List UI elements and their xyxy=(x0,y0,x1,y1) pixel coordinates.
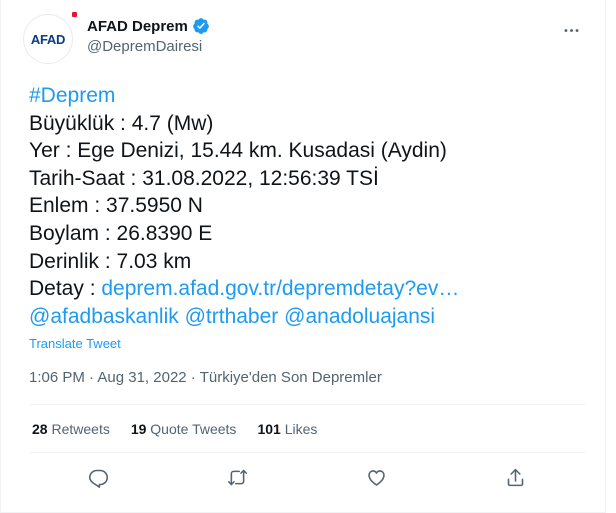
depth-line: Derinlik : 7.03 km xyxy=(29,249,192,273)
tweet-header: AFAD AFAD Deprem @DepremDairesi xyxy=(23,12,591,66)
author-names: AFAD Deprem @DepremDairesi xyxy=(87,17,210,55)
divider xyxy=(29,404,585,405)
latitude-line: Enlem : 37.5950 N xyxy=(29,194,203,218)
tweet-time[interactable]: 1:06 PM xyxy=(29,369,85,386)
verified-badge-icon xyxy=(192,17,210,35)
author-handle[interactable]: @DepremDairesi xyxy=(87,38,210,55)
meta-separator: · xyxy=(186,369,200,386)
share-button[interactable] xyxy=(498,462,534,498)
display-name[interactable]: AFAD Deprem xyxy=(87,18,188,35)
tweet-text: #Deprem Büyüklük : 4.7 (Mw) Yer : Ege De… xyxy=(29,82,585,330)
like-button[interactable] xyxy=(359,462,395,498)
reply-button[interactable] xyxy=(81,462,117,498)
display-name-row: AFAD Deprem xyxy=(87,17,210,35)
longitude-line: Boylam : 26.8390 E xyxy=(29,221,213,245)
quotes-label: Quote Tweets xyxy=(150,421,237,437)
avatar[interactable]: AFAD xyxy=(23,12,77,64)
hashtag-line: #Deprem xyxy=(29,82,585,110)
magnitude-line: Büyüklük : 4.7 (Mw) xyxy=(29,111,214,135)
retweets-stat[interactable]: 28 Retweets xyxy=(32,421,110,437)
tweet-source-app[interactable]: Türkiye'den Son Depremler xyxy=(200,369,382,386)
quotes-count: 19 xyxy=(130,421,147,437)
translate-tweet-link[interactable]: Translate Tweet xyxy=(29,336,121,351)
retweet-button[interactable] xyxy=(220,462,256,498)
likes-label: Likes xyxy=(284,421,318,437)
tweet-stats: 28 Retweets 19 Quote Tweets 101 Likes xyxy=(32,421,338,437)
location-line: Yer : Ege Denizi, 15.44 km. Kusadasi (Ay… xyxy=(29,139,447,163)
detail-link[interactable]: deprem.afad.gov.tr/depremdetay?ev… xyxy=(101,277,459,300)
quotes-stat[interactable]: 19 Quote Tweets xyxy=(131,421,237,437)
more-icon[interactable] xyxy=(555,14,587,46)
tweet-card: AFAD AFAD Deprem @DepremDairesi #Deprem … xyxy=(0,0,606,513)
tweet-meta: 1:06 PM · Aug 31, 2022 · Türkiye'den Son… xyxy=(29,369,382,386)
retweet-icon xyxy=(227,467,248,493)
share-icon xyxy=(505,467,526,493)
detail-line: Detay : deprem.afad.gov.tr/depremdetay?e… xyxy=(29,275,585,303)
likes-stat[interactable]: 101 Likes xyxy=(257,421,317,437)
reply-icon xyxy=(88,467,109,493)
divider xyxy=(29,452,585,453)
mentions-line: @afadbaskanlik @trthaber @anadoluajansi xyxy=(29,303,585,331)
meta-separator: · xyxy=(84,369,98,386)
datetime-line: Tarih-Saat : 31.08.2022, 12:56:39 TSİ xyxy=(29,166,379,190)
hashtag-link[interactable]: #Deprem xyxy=(29,84,115,107)
detail-prefix: Detay : xyxy=(29,277,102,301)
tweet-actions xyxy=(29,462,585,498)
mention-link[interactable]: @afadbaskanlik xyxy=(29,305,179,328)
avatar-logo: AFAD xyxy=(30,31,66,47)
mention-link[interactable]: @anadoluajansi xyxy=(284,305,435,328)
retweets-label: Retweets xyxy=(51,421,110,437)
likes-count: 101 xyxy=(257,421,281,437)
like-icon xyxy=(366,467,387,493)
retweets-count: 28 xyxy=(32,421,48,437)
tweet-date[interactable]: Aug 31, 2022 xyxy=(97,369,186,386)
avatar-logo-accent xyxy=(72,12,77,17)
mention-link[interactable]: @trthaber xyxy=(185,305,279,328)
